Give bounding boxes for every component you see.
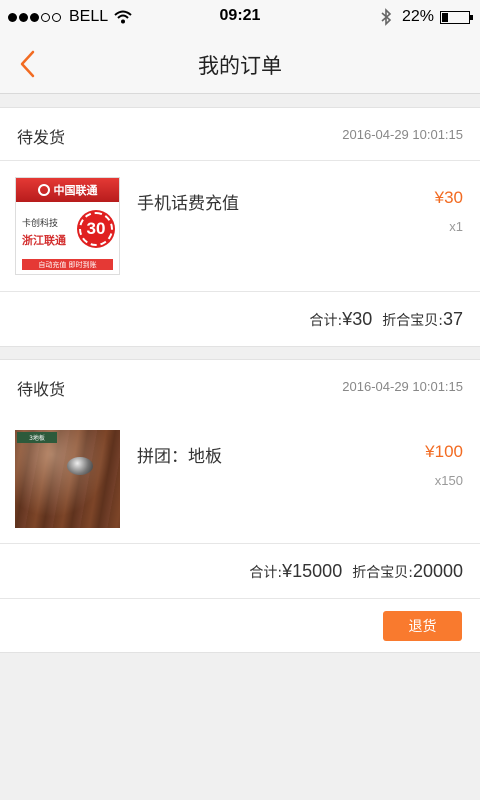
battery-percent: 22% xyxy=(401,8,434,25)
points-label: 折合宝贝: xyxy=(382,313,443,329)
product-quantity: x150 xyxy=(434,473,463,488)
product-image[interactable]: 3地板 xyxy=(15,430,120,528)
battery-icon xyxy=(440,10,473,24)
floor-image: 3地板 xyxy=(15,430,120,528)
order-item[interactable]: 3地板 拼团：地板 ¥100 x150 xyxy=(0,413,480,544)
order-header: 待收货 2016-04-29 10:01:15 xyxy=(0,360,480,413)
unicom-banner: 中国联通 xyxy=(16,178,119,202)
product-name: 手机话费充值 xyxy=(137,194,239,214)
total-value: ¥30 xyxy=(342,309,373,329)
total-label: 合计: xyxy=(309,313,343,329)
points-value: 37 xyxy=(442,309,463,329)
image-highlight xyxy=(15,430,120,528)
order-summary: 合计: ¥30 折合宝贝: 37 xyxy=(0,292,480,346)
status-bar: BELL 09:21 22% xyxy=(0,0,480,34)
total-label: 合计: xyxy=(249,565,283,581)
order-total: 合计: ¥15000 折合宝贝: 20000 xyxy=(249,561,463,582)
order-actions: 退货 xyxy=(0,598,480,652)
order-status: 待收货 xyxy=(17,380,66,399)
nav-header: 我的订单 xyxy=(0,34,480,94)
order-total: 合计: ¥30 折合宝贝: 37 xyxy=(309,309,463,330)
points-value: 20000 xyxy=(412,561,463,581)
unicom-logo-icon xyxy=(37,184,50,196)
product-quantity: x1 xyxy=(449,219,463,234)
unicom-recharge-image: 中国联通 卡创科技 浙江联通 30 自动充值 即时到账 xyxy=(15,177,120,275)
image-text-line2: 浙江联通 xyxy=(22,234,66,247)
order-card[interactable]: 待收货 2016-04-29 10:01:15 3地板 拼团：地板 ¥100 x… xyxy=(0,359,480,653)
floor-object xyxy=(67,457,93,475)
product-name: 拼团：地板 xyxy=(137,447,222,467)
return-goods-button[interactable]: 退货 xyxy=(383,611,462,641)
order-status: 待发货 xyxy=(17,128,66,147)
bluetooth-icon xyxy=(381,8,392,26)
order-card[interactable]: 待发货 2016-04-29 10:01:15 中国联通 卡创科技 浙江联通 3… xyxy=(0,107,480,347)
points-label: 折合宝贝: xyxy=(352,565,413,581)
product-price: ¥100 xyxy=(425,442,463,461)
unicom-brand: 中国联通 xyxy=(53,184,98,197)
total-value: ¥15000 xyxy=(282,561,343,581)
image-text-line1: 卡创科技 xyxy=(22,219,59,229)
product-image[interactable]: 中国联通 卡创科技 浙江联通 30 自动充值 即时到账 xyxy=(15,177,120,275)
battery-fill xyxy=(442,12,448,22)
status-right: 22% xyxy=(380,7,473,27)
product-price: ¥30 xyxy=(434,188,463,207)
amount-seal: 30 xyxy=(79,212,113,246)
brand-logo: 3地板 xyxy=(17,432,57,443)
order-time: 2016-04-29 10:01:15 xyxy=(342,127,463,142)
order-item[interactable]: 中国联通 卡创科技 浙江联通 30 自动充值 即时到账 手机话费充值 ¥30 x… xyxy=(0,161,480,292)
order-summary: 合计: ¥15000 折合宝贝: 20000 xyxy=(0,544,480,598)
page-title: 我的订单 xyxy=(198,54,282,78)
order-time: 2016-04-29 10:01:15 xyxy=(342,379,463,394)
image-strip: 自动充值 即时到账 xyxy=(22,259,113,270)
battery-nub xyxy=(470,14,473,20)
order-header: 待发货 2016-04-29 10:01:15 xyxy=(0,108,480,161)
